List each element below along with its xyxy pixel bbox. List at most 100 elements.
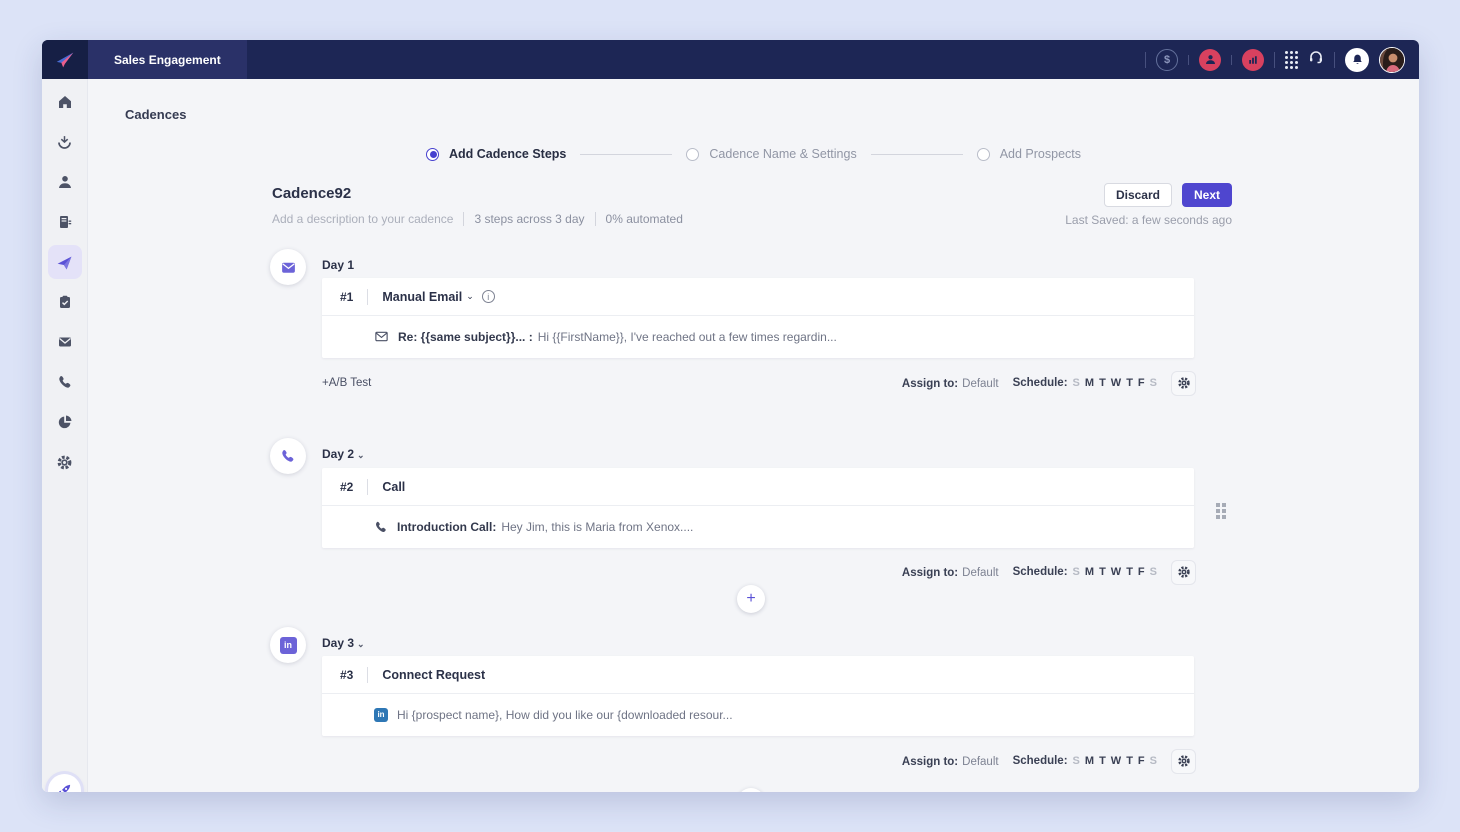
step-type-label[interactable]: Connect Request	[382, 668, 485, 682]
call-title: Introduction Call:	[397, 520, 496, 534]
headset-icon[interactable]	[1308, 49, 1324, 70]
assign-to-value[interactable]: Default	[962, 378, 998, 390]
assign-to-value[interactable]: Default	[962, 567, 998, 579]
analytics-icon[interactable]	[1242, 49, 1264, 71]
step-radio-icon	[426, 148, 439, 161]
sidebar-item-people[interactable]	[48, 165, 82, 199]
assign-to-value[interactable]: Default	[962, 756, 998, 768]
day1-footer: +A/B Test Assign to:Default Schedule: SM…	[322, 370, 1196, 396]
schedule-day-4[interactable]: T	[1126, 566, 1133, 578]
head-divider	[367, 289, 368, 305]
page-title: Cadences	[125, 107, 186, 122]
schedule-day-5[interactable]: F	[1138, 377, 1145, 389]
schedule-day-2[interactable]: T	[1099, 566, 1106, 578]
day3-step-content[interactable]: in Hi {prospect name}, How did you like …	[322, 694, 1194, 735]
schedule-day-0[interactable]: S	[1073, 755, 1080, 767]
email-subject: Re: {{same subject}}... :	[398, 330, 533, 344]
stepper-connector	[580, 154, 672, 155]
cadence-stepper: Add Cadence Steps Cadence Name & Setting…	[88, 147, 1419, 161]
add-step-button[interactable]: +	[737, 585, 765, 613]
sidebar-item-reports[interactable]	[48, 405, 82, 439]
notification-bell-icon[interactable]	[1345, 48, 1369, 72]
sidebar-item-documents[interactable]	[48, 205, 82, 239]
day2-step-content[interactable]: Introduction Call: Hey Jim, this is Mari…	[322, 506, 1194, 547]
cadence-description-placeholder[interactable]: Add a description to your cadence	[272, 212, 453, 226]
gear-icon	[1177, 754, 1191, 768]
day2-label[interactable]: Day 2⌄	[322, 447, 365, 461]
schedule-label: Schedule:	[1013, 377, 1068, 389]
step-settings-button[interactable]	[1171, 560, 1196, 585]
step-settings-button[interactable]	[1171, 371, 1196, 396]
app-logo[interactable]	[42, 40, 88, 79]
last-saved-status: Last Saved: a few seconds ago	[1065, 213, 1232, 227]
schedule-day-3[interactable]: W	[1111, 566, 1121, 578]
user-avatar[interactable]	[1379, 47, 1405, 73]
discard-button[interactable]: Discard	[1104, 183, 1172, 207]
step-number: #1	[340, 290, 367, 304]
day3-step-card: #3 Connect Request in Hi {prospect name}…	[322, 656, 1194, 736]
day2-step-card: #2 Call Introduction Call: Hey Jim, this…	[322, 468, 1194, 548]
add-step-button-partial[interactable]: +	[737, 788, 765, 792]
nav-divider	[1274, 52, 1275, 68]
contacts-icon[interactable]	[1199, 49, 1221, 71]
schedule-day-3[interactable]: W	[1111, 377, 1121, 389]
day2-channel-badge	[270, 438, 306, 474]
top-navbar: Sales Engagement $	[42, 40, 1419, 79]
dialpad-icon[interactable]	[1285, 51, 1298, 69]
main-content: Cadences Add Cadence Steps Cadence Name …	[88, 79, 1419, 792]
step-type-dropdown[interactable]: Manual Email	[382, 290, 462, 304]
sidebar-item-mail[interactable]	[48, 325, 82, 359]
schedule-day-4[interactable]: T	[1126, 377, 1133, 389]
linkedin-icon: in	[374, 708, 388, 722]
step-type-label[interactable]: Call	[382, 480, 405, 494]
info-icon[interactable]: i	[482, 290, 495, 303]
schedule-day-2[interactable]: T	[1099, 755, 1106, 767]
schedule-day-1[interactable]: M	[1085, 566, 1094, 578]
sidebar-item-settings[interactable]	[48, 445, 82, 479]
sidebar-item-home[interactable]	[48, 85, 82, 119]
ab-test-button[interactable]: +A/B Test	[322, 377, 371, 389]
schedule-day-3[interactable]: W	[1111, 755, 1121, 767]
schedule-day-5[interactable]: F	[1138, 566, 1145, 578]
meta-divider	[595, 212, 596, 226]
rocket-icon	[57, 783, 72, 792]
chevron-down-icon[interactable]: ⌄	[466, 291, 474, 302]
schedule-day-1[interactable]: M	[1085, 755, 1094, 767]
schedule-day-5[interactable]: F	[1138, 755, 1145, 767]
linkedin-icon: in	[280, 637, 297, 654]
gear-icon	[1177, 565, 1191, 579]
schedule-day-6[interactable]: S	[1150, 566, 1157, 578]
day1-step-content[interactable]: Re: {{same subject}}... : Hi {{FirstName…	[322, 316, 1194, 357]
step-settings-button[interactable]	[1171, 749, 1196, 774]
sidebar-item-calls[interactable]	[48, 365, 82, 399]
cadence-name[interactable]: Cadence92	[272, 185, 351, 202]
schedule-day-6[interactable]: S	[1150, 755, 1157, 767]
launch-rocket-button[interactable]	[48, 774, 81, 792]
tab-sales-engagement[interactable]: Sales Engagement	[88, 40, 247, 79]
stepper-connector	[871, 154, 963, 155]
sidebar-item-tasks[interactable]	[48, 285, 82, 319]
stepper-step-add-cadence-steps[interactable]: Add Cadence Steps	[426, 147, 566, 161]
sidebar-item-capture[interactable]	[48, 125, 82, 159]
automation-summary: 0% automated	[606, 212, 683, 226]
step-radio-icon	[977, 148, 990, 161]
meta-divider	[463, 212, 464, 226]
sidebar-item-cadences[interactable]	[48, 245, 82, 279]
linkedin-preview: Hi {prospect name}, How did you like our…	[397, 708, 733, 722]
schedule-day-1[interactable]: M	[1085, 377, 1094, 389]
schedule-days: SMTWTFS	[1073, 377, 1157, 389]
stepper-step-cadence-name-settings[interactable]: Cadence Name & Settings	[686, 147, 856, 161]
day1-step-card: #1 Manual Email ⌄ i Re: {{same subject}}…	[322, 278, 1194, 358]
next-button[interactable]: Next	[1182, 183, 1232, 207]
schedule-day-6[interactable]: S	[1150, 377, 1157, 389]
day3-label[interactable]: Day 3⌄	[322, 636, 365, 650]
stepper-step-add-prospects[interactable]: Add Prospects	[977, 147, 1081, 161]
schedule-day-0[interactable]: S	[1073, 566, 1080, 578]
drag-handle[interactable]	[1216, 503, 1226, 519]
mail-icon	[280, 259, 297, 276]
schedule-day-0[interactable]: S	[1073, 377, 1080, 389]
schedule-day-4[interactable]: T	[1126, 755, 1133, 767]
billing-icon[interactable]: $	[1156, 49, 1178, 71]
schedule-day-2[interactable]: T	[1099, 377, 1106, 389]
plus-icon: +	[746, 590, 755, 608]
